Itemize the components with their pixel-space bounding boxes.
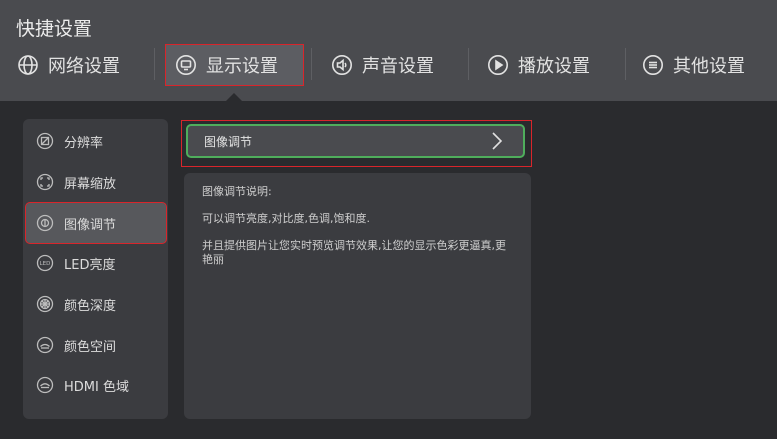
sidebar-item-label: 分辨率 <box>64 135 104 151</box>
tab-network-settings[interactable]: 网络设置 <box>17 44 120 86</box>
tab-other-settings[interactable]: 其他设置 <box>642 44 745 86</box>
play-icon <box>487 54 509 76</box>
sidebar-item-led-brightness[interactable]: LED LED亮度 <box>23 243 168 283</box>
description-line: 可以调节亮度,对比度,色调,饱和度. <box>202 212 370 225</box>
sidebar-item-color-space[interactable]: 颜色空间 <box>23 325 168 365</box>
sidebar-item-label: LED亮度 <box>64 257 116 273</box>
sidebar-item-label: 颜色空间 <box>64 339 117 355</box>
description-line: 并且提供图片让您实时预览调节效果,让您的显示色彩更逼真,更艳丽 <box>202 239 506 266</box>
image-adjust-entry[interactable]: 图像调节 <box>186 124 525 158</box>
tab-divider <box>468 48 469 80</box>
tab-label: 声音设置 <box>362 56 434 77</box>
hdmi-gamut-icon <box>36 376 54 394</box>
sidebar-item-label: HDMI 色域 <box>64 379 129 395</box>
tab-label: 播放设置 <box>518 56 590 77</box>
image-adjust-icon <box>36 214 54 232</box>
svg-text:LED: LED <box>40 261 51 267</box>
sidebar: 分辨率 屏幕缩放 图像调节 LED LED亮度 颜色深度 颜色空间 HDMI 色… <box>23 119 168 419</box>
sidebar-item-label: 颜色深度 <box>64 298 117 314</box>
sidebar-item-label: 图像调节 <box>64 217 117 233</box>
app-title: 快捷设置 <box>16 18 93 40</box>
menu-icon <box>642 54 664 76</box>
led-brightness-icon: LED <box>36 254 54 272</box>
chevron-right-icon <box>491 131 503 151</box>
sidebar-item-screen-scale[interactable]: 屏幕缩放 <box>23 162 168 202</box>
tab-display-settings[interactable]: 显示设置 <box>165 44 304 86</box>
entry-label: 图像调节 <box>204 134 253 149</box>
monitor-icon <box>175 54 197 76</box>
screen-scale-icon <box>36 173 54 191</box>
tab-sound-settings[interactable]: 声音设置 <box>331 44 434 86</box>
description-panel: 图像调节说明: 可以调节亮度,对比度,色调,饱和度. 并且提供图片让您实时预览调… <box>184 173 531 419</box>
tab-playback-settings[interactable]: 播放设置 <box>487 44 590 86</box>
tab-divider <box>311 48 312 80</box>
color-depth-icon <box>36 295 54 313</box>
description-title: 图像调节说明: <box>202 185 272 198</box>
tab-label: 其他设置 <box>673 56 745 77</box>
tab-label: 网络设置 <box>48 56 120 77</box>
sidebar-item-hdmi-gamut[interactable]: HDMI 色域 <box>23 365 168 405</box>
tab-label: 显示设置 <box>206 56 278 77</box>
globe-icon <box>17 54 39 76</box>
sidebar-item-image-adjust[interactable]: 图像调节 <box>26 203 166 243</box>
tab-divider <box>625 48 626 80</box>
sidebar-item-resolution[interactable]: 分辨率 <box>23 121 168 161</box>
resolution-icon <box>36 132 54 150</box>
sidebar-item-color-depth[interactable]: 颜色深度 <box>23 284 168 324</box>
sidebar-item-label: 屏幕缩放 <box>64 176 117 192</box>
top-bar: 快捷设置 网络设置 显示设置 声音设置 播放设置 其他设置 <box>0 0 777 101</box>
color-space-icon <box>36 336 54 354</box>
speaker-icon <box>331 54 353 76</box>
tab-divider <box>154 48 155 80</box>
active-tab-pointer <box>226 93 242 101</box>
